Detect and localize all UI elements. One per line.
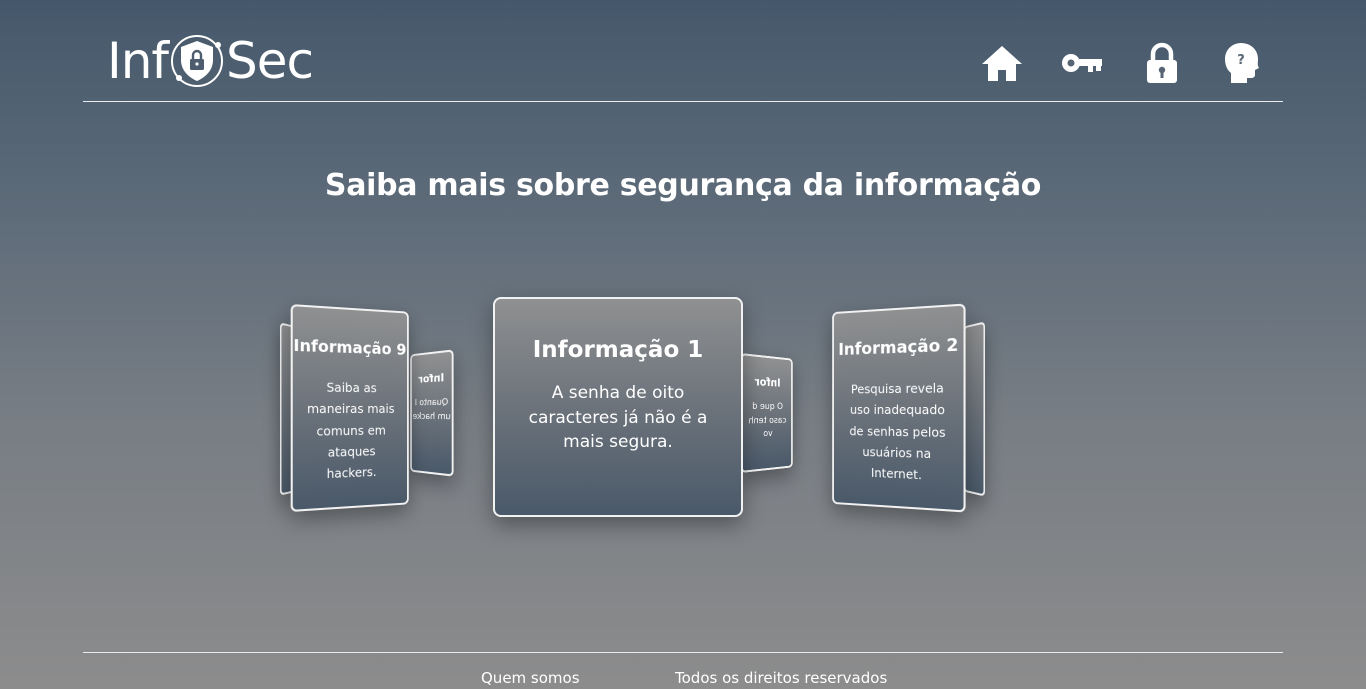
lock-icon	[1147, 42, 1177, 83]
carousel-card-info-9[interactable]: Informação 9 Saiba as maneiras mais comu…	[290, 304, 409, 512]
carousel-card-info-1[interactable]: Informação 1 A senha de oito caracteres …	[493, 297, 743, 517]
card-title: Informação 9	[293, 335, 407, 359]
nav-security-button[interactable]	[1141, 42, 1183, 84]
nav-help-button[interactable]: ?	[1221, 42, 1263, 84]
info-carousel[interactable]: Infor Quanto I um hacke Infor O que d ca…	[270, 290, 1000, 530]
back-card-title: Infor	[418, 370, 445, 386]
back-card-text: Quanto I um hacke	[412, 397, 451, 422]
site-header: Inf Sec ?	[83, 0, 1283, 102]
carousel-card-back-right[interactable]: Infor O que d caso tenh vo	[740, 353, 793, 473]
site-footer: Quem somos Todos os direitos reservados	[83, 652, 1283, 689]
home-icon	[982, 46, 1022, 81]
page-title: Saiba mais sobre segurança da informação	[324, 168, 1042, 203]
card-text: Saiba as maneiras mais comuns em ataques…	[306, 379, 395, 482]
card-text: A senha de oito caracteres já não é a ma…	[528, 383, 708, 453]
nav-home-button[interactable]	[981, 42, 1023, 84]
rights-text: Todos os direitos reservados	[675, 669, 888, 687]
back-card-text: O que d caso tenh vo	[748, 401, 787, 440]
carousel-card-back-right-far[interactable]	[963, 321, 986, 497]
logo-text-left: Inf	[107, 32, 169, 90]
nav-passwords-button[interactable]	[1061, 42, 1103, 84]
card-text: Pesquisa revela uso inadequado de senhas…	[849, 380, 946, 483]
svg-text:?: ?	[1237, 53, 1245, 68]
back-card-content: Infor Quanto I um hacke	[412, 370, 452, 424]
main-nav: ?	[981, 42, 1263, 84]
key-icon	[1062, 54, 1102, 72]
card-title: Informação 2	[838, 335, 959, 360]
infosec-logo[interactable]: Inf Sec	[107, 30, 314, 92]
back-card-title: Infor	[754, 375, 781, 390]
card-title: Informação 1	[532, 337, 704, 363]
back-card-content: Infor O que d caso tenh vo	[743, 374, 792, 443]
carousel-card-back-left[interactable]: Infor Quanto I um hacke	[410, 349, 454, 477]
shield-lock-icon	[169, 33, 225, 89]
head-question-icon: ?	[1225, 43, 1259, 83]
about-link[interactable]: Quem somos	[481, 669, 580, 687]
carousel-card-info-2[interactable]: Informação 2 Pesquisa revela uso inadequ…	[832, 303, 966, 513]
logo-text-right: Sec	[226, 32, 314, 90]
